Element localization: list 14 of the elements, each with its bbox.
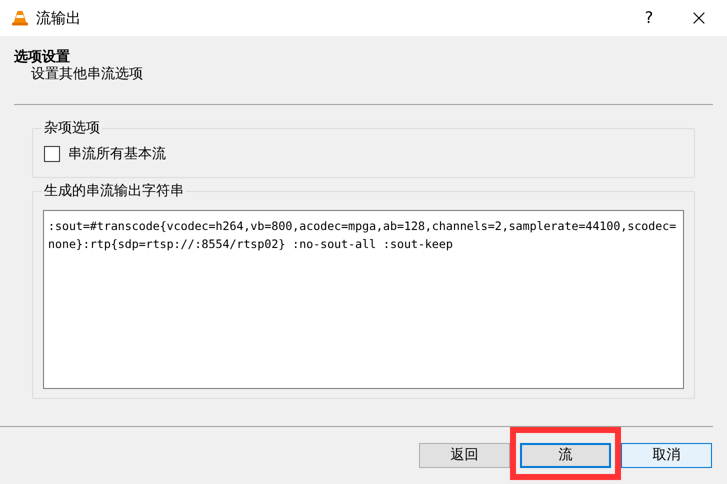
checkbox-option[interactable]: 串流所有基本流 <box>44 145 166 163</box>
close-button[interactable]: × <box>676 0 722 36</box>
output-text-field[interactable]: :sout=#transcode{vcodec=h264,vb=800,acodec=mpga,ab=128,channels=2,samplerate=44100,scodec=none}:rtp{sdp=rtsp://:8554/rtsp02} :no-sout-all :sout-keep <box>43 210 684 389</box>
group-title: 生成的串流输出字符串 <box>42 182 186 200</box>
window-title: 流输出 <box>36 8 81 29</box>
dialog-button[interactable]: 流 <box>520 443 611 468</box>
group-title: 杂项选项 <box>42 119 102 137</box>
cone-icon <box>11 9 29 27</box>
help-button[interactable]: ? <box>626 0 672 36</box>
dialog-button[interactable]: 取消 <box>621 442 712 468</box>
checkbox[interactable] <box>44 146 60 162</box>
page-subtitle: 设置其他串流选项 <box>30 65 144 83</box>
page-title: 选项设置 <box>14 49 71 65</box>
dialog-button[interactable]: 返回 <box>419 442 510 468</box>
